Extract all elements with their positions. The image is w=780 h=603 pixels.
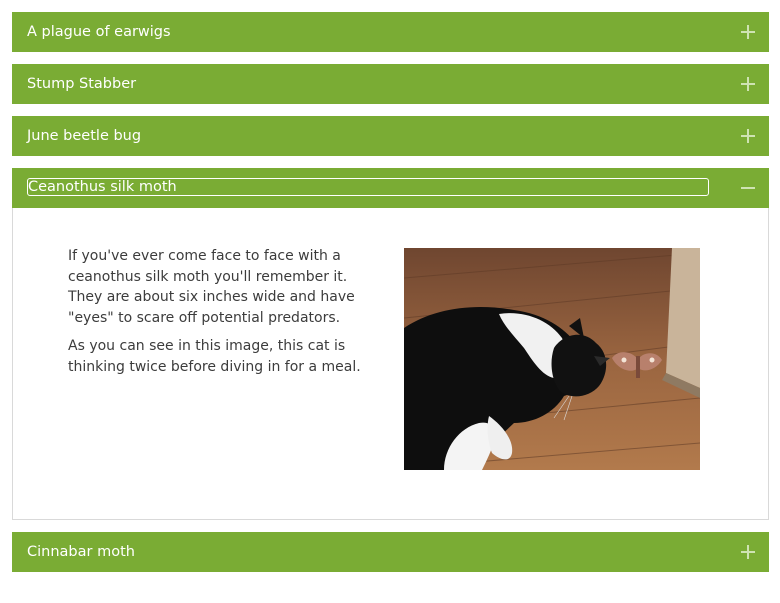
minus-icon[interactable] xyxy=(741,168,755,208)
panel-paragraph: If you've ever come face to face with a … xyxy=(68,248,355,326)
plus-icon[interactable] xyxy=(741,116,755,156)
plus-icon[interactable] xyxy=(741,64,755,104)
accordion-item-earwigs: A plague of earwigs xyxy=(12,12,769,52)
accordion-header-stump-stabber[interactable]: Stump Stabber xyxy=(12,64,769,104)
panel-text: If you've ever come face to face with a … xyxy=(68,246,378,385)
accordion-header-earwigs[interactable]: A plague of earwigs xyxy=(12,12,769,52)
accordion-item-ceanothus: Ceanothus silk moth If you've ever come … xyxy=(12,168,769,520)
accordion-item-cinnabar: Cinnabar moth xyxy=(12,532,769,572)
plus-icon[interactable] xyxy=(741,12,755,52)
accordion-header-cinnabar[interactable]: Cinnabar moth xyxy=(12,532,769,572)
accordion-title: Ceanothus silk moth xyxy=(27,178,709,196)
panel-paragraph: As you can see in this image, this cat i… xyxy=(68,338,361,375)
accordion-item-june-beetle: June beetle bug xyxy=(12,116,769,156)
accordion-title: Stump Stabber xyxy=(27,76,137,92)
accordion-header-ceanothus[interactable]: Ceanothus silk moth xyxy=(12,168,769,208)
accordion-title: A plague of earwigs xyxy=(27,24,171,40)
accordion-title: June beetle bug xyxy=(27,128,142,144)
accordion-title: Cinnabar moth xyxy=(27,544,135,560)
accordion-item-stump-stabber: Stump Stabber xyxy=(12,64,769,104)
accordion: A plague of earwigs Stump Stabber June b… xyxy=(12,12,769,584)
cat-and-moth-photo xyxy=(404,248,700,470)
accordion-header-june-beetle[interactable]: June beetle bug xyxy=(12,116,769,156)
accordion-panel-ceanothus: If you've ever come face to face with a … xyxy=(12,208,769,520)
plus-icon[interactable] xyxy=(741,532,755,572)
